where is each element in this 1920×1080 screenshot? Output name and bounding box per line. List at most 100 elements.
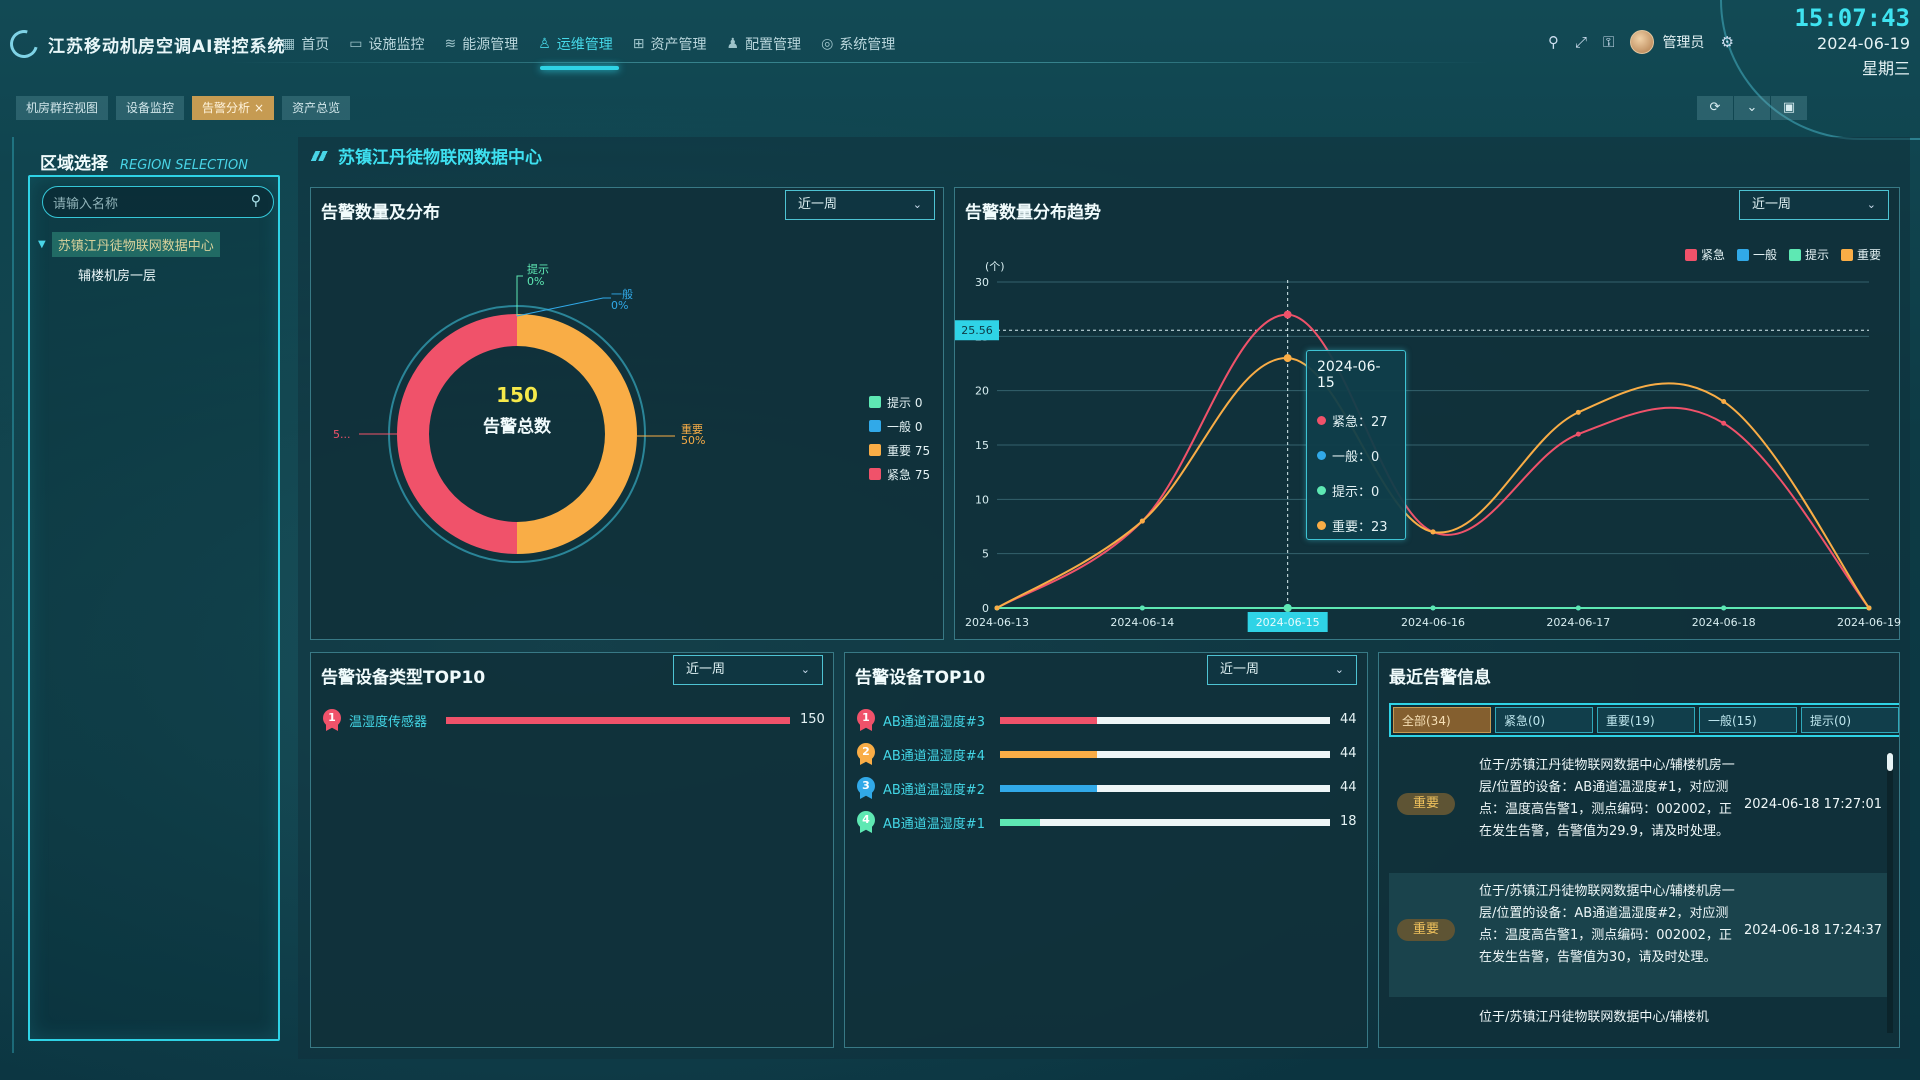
filter-urgent[interactable]: 紧急(0) [1495,707,1593,733]
bar-fill [446,717,790,724]
filter-hint[interactable]: 提示(0) [1801,707,1899,733]
scrollbar-thumb[interactable] [1887,753,1893,771]
system-gear-icon: ◎ [821,36,834,52]
nav-ops[interactable]: ♙ 运维管理 [538,30,633,70]
period-select[interactable]: 近一周 ⌄ [673,655,823,685]
tooltip-row-hint: 提示：0 [1317,473,1395,508]
tree-node-child[interactable]: 辅楼机房一层 [78,265,156,284]
tree-node-root[interactable]: ▼ 苏镇江丹徒物联网数据中心 [38,232,220,257]
tooltip-dot [1317,416,1326,425]
data-point-important[interactable] [994,605,1000,611]
y-tick-label: 15 [975,439,989,452]
alert-time: 2024-06-18 17:24:37 [1744,923,1883,938]
close-icon[interactable]: × [254,101,264,115]
user-menu[interactable]: 管理员 [1630,30,1704,54]
legend-item-hint[interactable]: 提示 0 [869,390,930,414]
bar-row[interactable]: 4 AB通道温湿度#1 [855,811,985,833]
data-point-urgent[interactable] [1721,420,1727,426]
nav-system[interactable]: ◎ 系统管理 [821,30,915,58]
lock-icon[interactable]: ⚿ [1603,33,1614,51]
data-point-hint[interactable] [1721,605,1727,611]
bar-value: 44 [1340,780,1357,795]
device-top10-panel: 告警设备TOP10 近一周 ⌄ 1 AB通道温湿度#3 44 2 AB通道温湿度#4 44 3… [844,652,1368,1048]
search-icon[interactable]: ⚲ [1548,33,1559,51]
data-point-hint[interactable] [1139,605,1145,611]
bar-value: 150 [800,712,825,727]
pie-total-value: 150 [496,383,538,407]
bar-row[interactable]: 3 AB通道温湿度#2 [855,777,985,799]
alert-item[interactable]: 重要 位于/苏镇江丹徒物联网数据中心/辅楼机房一层/位置的设备：AB通道温湿度#… [1389,873,1887,997]
data-point-important[interactable] [1575,409,1581,415]
filter-all[interactable]: 全部(34) [1393,707,1491,733]
tab-alarm-analysis[interactable]: 告警分析 × [192,96,275,120]
pie-chart: 150 告警总数 提示 0% 一般 0% 重要 50% 5... [333,263,705,563]
nav-home[interactable]: ▦ 首页 [282,30,349,58]
data-point-important[interactable] [1721,399,1727,405]
data-point-important[interactable] [1283,354,1292,363]
alert-item[interactable]: 位于/苏镇江丹徒物联网数据中心/辅楼机 [1389,999,1887,1039]
series-line-urgent[interactable] [996,313,1870,609]
region-panel: 区域选择 REGION SELECTION ⚲ ▼ 苏镇江丹徒物联网数据中心 辅楼… [12,137,282,1053]
tab-asset-overview[interactable]: 资产总览 [282,96,351,120]
filter-important[interactable]: 重要(19) [1597,707,1695,733]
bar-row[interactable]: 2 AB通道温湿度#4 [855,743,985,765]
main-nav: ▦ 首页 ▭ 设施监控 ≋ 能源管理 ♙ 运维管理 ⊞ 资产管理 ♟ 配置管理 ◎ 系统管理 [282,30,915,70]
nav-facility-monitor[interactable]: ▭ 设施监控 [349,30,444,58]
legend-item-urgent[interactable]: 紧急 75 [869,462,930,486]
tooltip-dot [1317,521,1326,530]
bar-row[interactable]: 1 温湿度传感器 [321,709,427,731]
nav-asset[interactable]: ⊞ 资产管理 [633,30,727,58]
tooltip-dot [1317,486,1326,495]
data-point-hint[interactable] [1575,605,1581,611]
level-badge: 重要 [1397,919,1455,941]
y-tick-label: 10 [975,493,989,506]
data-point-important[interactable] [1139,518,1145,524]
data-point-hint[interactable] [1430,605,1436,611]
tab-device-monitor[interactable]: 设备监控 [116,96,185,120]
data-point-urgent[interactable] [1283,310,1292,319]
alert-message: 位于/苏镇江丹徒物联网数据中心/辅楼机房一层/位置的设备：AB通道温湿度#2，对… [1479,884,1735,965]
x-tick-label: 2024-06-17 [1546,616,1610,629]
tooltip-row-urgent: 紧急：27 [1317,403,1395,438]
alert-item[interactable]: 重要 位于/苏镇江丹徒物联网数据中心/辅楼机房一层/位置的设备：AB通道温湿度#… [1389,747,1887,871]
bar-value: 44 [1340,746,1357,761]
y-axis-label: (个) [985,260,1005,273]
caret-down-icon[interactable]: ▼ [38,239,46,250]
fullscreen-icon[interactable]: ⤢ [1575,33,1587,51]
period-select[interactable]: 近一周 ⌄ [1207,655,1357,685]
search-input[interactable] [53,193,243,213]
top-bar: 江苏移动机房空调AI群控系统 ▦ 首页 ▭ 设施监控 ≋ 能源管理 ♙ 运维管理 ⊞ 资产… [0,0,1920,140]
legend-item-important[interactable]: 重要 75 [869,438,930,462]
data-point-hint[interactable] [1283,604,1292,612]
alert-filter-tabs: 全部(34) 紧急(0) 重要(19) 一般(15) 提示(0) [1389,703,1899,737]
alerts-scrollbar[interactable] [1887,753,1893,1033]
tree-node-label[interactable]: 苏镇江丹徒物联网数据中心 [51,232,220,257]
bar-row[interactable]: 1 AB通道温湿度#3 [855,709,985,731]
refresh-icon[interactable]: ⟳ [1697,96,1733,120]
y-tick-label: 20 [975,385,989,398]
panel-title: 告警设备TOP10 [855,668,986,688]
data-point-urgent[interactable] [1575,431,1581,437]
filter-general[interactable]: 一般(15) [1699,707,1797,733]
nav-energy[interactable]: ≋ 能源管理 [444,30,538,58]
region-header: 区域选择 REGION SELECTION [40,149,248,174]
nav-config[interactable]: ♟ 配置管理 [727,30,822,58]
chart-tooltip: 2024-06-15 紧急：27 一般：0 提示：0 重要：23 [1306,350,1406,540]
legend-swatch [869,444,881,456]
expand-icon[interactable]: ▣ [1771,96,1807,120]
settings-gear-icon[interactable]: ⚙ [1720,33,1733,51]
bar-track [1000,819,1330,826]
search-icon[interactable]: ⚲ [251,193,261,209]
pie-total-label: 告警总数 [483,416,552,437]
data-point-important[interactable] [1430,529,1436,535]
app-logo[interactable]: 江苏移动机房空调AI群控系统 [4,24,285,64]
y-tick-label: 0 [982,602,989,615]
tab-room-view[interactable]: 机房群控视图 [16,96,109,120]
x-tick-label: 2024-06-19 [1837,616,1901,629]
bar-fill [1000,785,1097,792]
series-line-important[interactable] [996,357,1870,609]
pie-legend: 提示 0 一般 0 重要 75 紧急 75 [869,390,930,486]
data-point-important[interactable] [1866,605,1872,611]
legend-item-general[interactable]: 一般 0 [869,414,930,438]
chevron-down-icon[interactable]: ⌄ [1734,96,1770,120]
